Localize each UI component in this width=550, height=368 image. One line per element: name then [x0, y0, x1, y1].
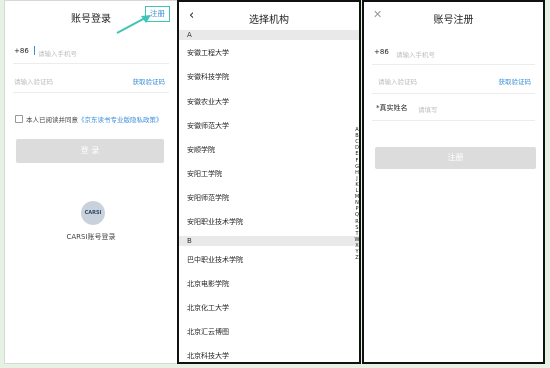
index-letter[interactable]: R [354, 219, 359, 225]
list-item[interactable]: 安阳工学院 [187, 169, 222, 179]
list-item[interactable]: 安顺学院 [187, 145, 215, 155]
index-letter[interactable]: N [354, 200, 359, 206]
section-header-a: A [179, 30, 359, 40]
list-item[interactable]: 安阳职业技术学院 [187, 217, 243, 227]
index-letter[interactable]: F [354, 158, 359, 164]
list-item[interactable]: 北京电影学院 [187, 279, 229, 289]
index-letter[interactable]: J [354, 176, 359, 182]
index-letter[interactable]: L [354, 188, 359, 194]
divider [372, 64, 535, 65]
register-panel: ✕ 账号注册 +86 请输入手机号 请输入验证码 获取验证码 *真实姓名 请填写… [362, 0, 545, 364]
divider [13, 92, 169, 93]
list-item[interactable]: 安徽师范大学 [187, 121, 229, 131]
index-letter[interactable]: H [354, 170, 359, 176]
divider [13, 63, 169, 64]
index-letter[interactable]: D [354, 145, 359, 151]
list-item[interactable]: 巴中职业技术学院 [187, 255, 243, 265]
divider [372, 120, 535, 121]
login-panel: 账号登录 注册 +86 请输入手机号 请输入验证码 获取验证码 本人已阅读并同意… [4, 0, 178, 364]
phone-input[interactable]: 请输入手机号 [38, 48, 77, 58]
index-letter[interactable]: C [354, 139, 359, 145]
index-letter[interactable]: M [354, 194, 359, 200]
list-item[interactable]: 安徽科技学院 [187, 72, 229, 82]
country-code[interactable]: +86 [374, 48, 389, 56]
agree-checkbox[interactable] [15, 115, 23, 123]
institution-panel: ‹ 选择机构 A 安徽工程大学 安徽科技学院 安徽农业大学 安徽师范大学 安顺学… [177, 0, 361, 364]
index-letter[interactable]: T [354, 231, 359, 237]
real-name-label: *真实姓名 [376, 104, 408, 112]
list-item[interactable]: 安徽农业大学 [187, 97, 229, 107]
real-name-input[interactable]: 请填写 [418, 104, 438, 114]
index-letter[interactable]: X [354, 243, 359, 249]
arrow-icon [116, 15, 151, 34]
login-button[interactable]: 登 录 [16, 139, 164, 163]
list-item[interactable]: 北京化工大学 [187, 303, 229, 313]
index-letter[interactable]: W [354, 237, 359, 243]
register-button[interactable]: 注册 [375, 147, 536, 169]
carsi-logo-text: CARSI [84, 210, 102, 216]
carsi-logo-icon[interactable]: CARSI [81, 201, 105, 225]
index-letter[interactable]: B [354, 133, 359, 139]
list-item[interactable]: 安徽工程大学 [187, 48, 229, 58]
get-code-button[interactable]: 获取验证码 [133, 76, 166, 86]
code-input[interactable]: 请输入验证码 [378, 76, 417, 86]
index-letter[interactable]: S [354, 225, 359, 231]
agree-text: 本人已阅读并同意《京东读书专业版隐私政策》 [26, 114, 163, 124]
index-letter[interactable]: Y [354, 249, 359, 255]
institution-title: 选择机构 [249, 15, 289, 26]
list-item[interactable]: 北京汇云博图 [187, 327, 229, 337]
index-letter[interactable]: E [354, 151, 359, 157]
index-letter[interactable]: K [354, 182, 359, 188]
list-item[interactable]: 安阳师范学院 [187, 193, 229, 203]
privacy-policy-link[interactable]: 《京东读书专业版隐私政策》 [78, 116, 163, 124]
index-letter[interactable]: Q [354, 212, 359, 218]
agree-prefix: 本人已阅读并同意 [26, 116, 78, 124]
index-letter[interactable]: G [354, 164, 359, 170]
carsi-login-label[interactable]: CARSI账号登录 [5, 232, 177, 242]
get-code-button[interactable]: 获取验证码 [499, 76, 532, 86]
divider [372, 93, 535, 94]
index-letter[interactable]: Z [354, 255, 359, 261]
text-cursor [34, 46, 35, 55]
index-letter[interactable]: P [354, 206, 359, 212]
index-letter[interactable]: A [354, 127, 359, 133]
list-item[interactable]: 北京科技大学 [187, 351, 229, 361]
code-input[interactable]: 请输入验证码 [14, 76, 53, 86]
phone-input[interactable]: 请输入手机号 [396, 49, 435, 59]
register-title: 账号注册 [433, 15, 474, 26]
section-header-b: B [179, 236, 359, 246]
country-code[interactable]: +86 [14, 47, 29, 55]
